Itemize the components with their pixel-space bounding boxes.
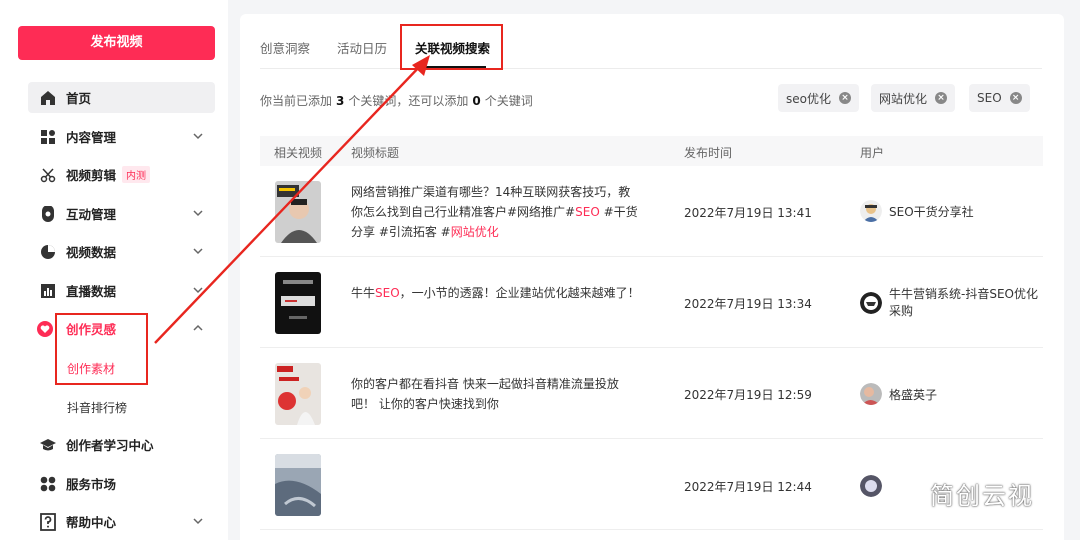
chevron-up-icon — [193, 324, 203, 331]
video-title[interactable]: 网络营销推广渠道有哪些？14种互联网获客技巧，教你怎么找到自己行业精准客户#网络… — [351, 182, 641, 242]
user-name[interactable]: 牛牛营销系统-抖音SEO优化采购 — [889, 286, 1049, 320]
keyword-chip: seo优化 × — [778, 84, 859, 112]
sidebar-item-label: 创作者学习中心 — [66, 438, 154, 453]
sidebar-item-learning-center[interactable]: 创作者学习中心 — [28, 429, 215, 460]
sidebar-item-video-data[interactable]: 视频数据 — [28, 236, 215, 267]
remove-chip-icon[interactable]: × — [838, 92, 851, 104]
column-header: 相关视频 — [274, 146, 323, 160]
video-thumbnail[interactable] — [275, 454, 321, 516]
sidebar-item-service-market[interactable]: 服务市场 — [28, 468, 215, 499]
video-title[interactable]: 你的客户都在看抖音 快来一起做抖音精准流量投放吧！ 让你的客户快速找到你 — [351, 374, 641, 414]
video-thumbnail[interactable] — [275, 272, 321, 334]
bar-chart-icon — [39, 282, 57, 300]
sidebar-item-label: 帮助中心 — [66, 515, 117, 530]
avatar[interactable] — [860, 292, 882, 314]
keyword-chip: SEO × — [969, 84, 1030, 112]
chevron-down-icon — [193, 287, 203, 294]
divider — [260, 68, 1042, 69]
sidebar: 发布视频 首页 内容管理 视频剪辑 内测 互动管理 视频数据 直播数据 创作灵感… — [0, 0, 228, 540]
watermark: 简创云视 — [892, 476, 1034, 511]
sidebar-item-help[interactable]: 帮助中心 — [28, 506, 215, 537]
annotation-box-sidebar — [55, 313, 148, 385]
graduation-cap-icon — [39, 436, 57, 454]
avatar[interactable] — [860, 383, 882, 405]
publish-time: 2022年7月19日 12:44 — [684, 480, 812, 494]
sidebar-item-label: 首页 — [66, 91, 92, 106]
chevron-down-icon — [193, 210, 203, 217]
home-icon — [39, 89, 57, 107]
beta-badge: 内测 — [122, 166, 151, 183]
annotation-box-tab — [400, 24, 503, 70]
table-header: 相关视频 视频标题 发布时间 用户 — [260, 136, 1043, 166]
remove-chip-icon[interactable]: × — [935, 92, 948, 104]
sidebar-item-content[interactable]: 内容管理 — [28, 121, 215, 152]
publish-time: 2022年7月19日 13:34 — [684, 297, 812, 311]
sidebar-subitem-ranking[interactable]: 抖音排行榜 — [67, 399, 127, 416]
user-name[interactable]: SEO干货分享社 — [889, 204, 1049, 221]
interaction-icon — [39, 205, 57, 223]
sidebar-item-home[interactable]: 首页 — [28, 82, 215, 113]
apps-icon — [39, 475, 57, 493]
sidebar-item-interaction[interactable]: 互动管理 — [28, 198, 215, 229]
main-panel: 创意洞察 活动日历 关联视频搜索 你当前已添加 3 个关键词，还可以添加 0 个关键词 … — [240, 14, 1064, 540]
table-row[interactable]: 你的客户都在看抖音 快来一起做抖音精准流量投放吧！ 让你的客户快速找到你 202… — [260, 348, 1043, 439]
sidebar-item-label: 服务市场 — [66, 477, 117, 492]
avatar[interactable] — [860, 475, 882, 497]
scissors-icon — [39, 166, 57, 184]
keyword-count-info: 你当前已添加 3 个关键词，还可以添加 0 个关键词 — [260, 94, 533, 108]
column-header: 用户 — [860, 146, 885, 160]
sidebar-item-label: 直播数据 — [66, 284, 117, 299]
sidebar-item-live-data[interactable]: 直播数据 — [28, 275, 215, 306]
table-row[interactable]: 牛牛SEO，一小节的透露！企业建站优化越来越难了！ 2022年7月19日 13:… — [260, 257, 1043, 348]
column-header: 发布时间 — [684, 146, 733, 160]
publish-time: 2022年7月19日 13:41 — [684, 206, 812, 220]
keyword-chip: 网站优化 × — [871, 84, 956, 112]
sidebar-item-label: 互动管理 — [66, 207, 117, 222]
tab-event-calendar[interactable]: 活动日历 — [337, 38, 387, 57]
publish-time: 2022年7月19日 12:59 — [684, 388, 812, 402]
heart-icon — [36, 320, 54, 338]
video-title[interactable]: 牛牛SEO，一小节的透露！企业建站优化越来越难了！ — [351, 283, 641, 303]
sidebar-item-label: 内容管理 — [66, 130, 117, 145]
chevron-down-icon — [193, 248, 203, 255]
grid-icon — [39, 128, 57, 146]
sidebar-item-label: 视频数据 — [66, 245, 117, 260]
table-row[interactable]: 网络营销推广渠道有哪些？14种互联网获客技巧，教你怎么找到自己行业精准客户#网络… — [260, 166, 1043, 257]
wechat-icon — [893, 480, 925, 506]
help-icon — [39, 512, 57, 531]
tab-creative-insight[interactable]: 创意洞察 — [260, 38, 310, 57]
video-thumbnail[interactable] — [275, 363, 321, 425]
user-name[interactable]: 格盛英子 — [889, 387, 1049, 404]
remove-chip-icon[interactable]: × — [1009, 92, 1022, 104]
avatar[interactable] — [860, 200, 882, 222]
publish-video-button[interactable]: 发布视频 — [18, 26, 215, 60]
sidebar-item-label: 视频剪辑 — [66, 168, 117, 183]
chevron-down-icon — [193, 518, 203, 525]
chevron-down-icon — [193, 133, 203, 140]
video-thumbnail[interactable] — [275, 181, 321, 243]
pie-chart-icon — [39, 243, 57, 261]
column-header: 视频标题 — [351, 146, 400, 160]
sidebar-item-video-edit[interactable]: 视频剪辑 内测 — [28, 159, 215, 190]
